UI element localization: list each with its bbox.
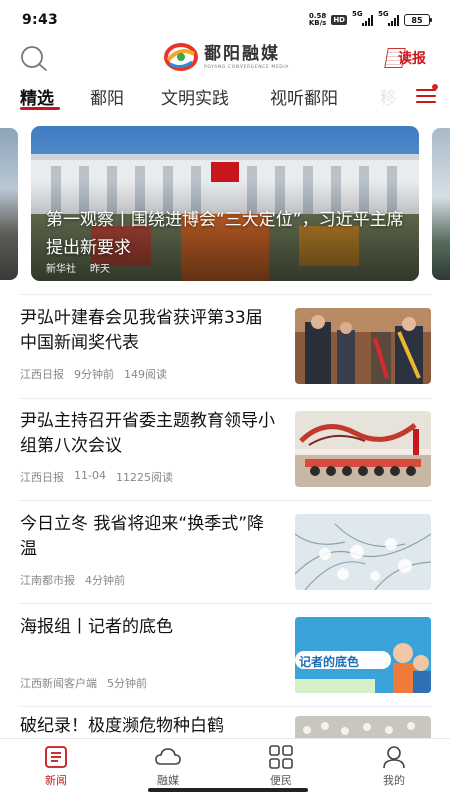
news-title: 破纪录！极度濒危物种白鹤 — [20, 716, 224, 736]
news-item[interactable]: 破纪录！极度濒危物种白鹤 — [0, 706, 450, 738]
signal-icon: 5G — [378, 10, 399, 26]
status-time: 9:43 — [22, 12, 59, 28]
signal-label: 5G — [352, 10, 363, 18]
news-time: 4分钟前 — [85, 574, 125, 587]
news-thumbnail — [295, 514, 431, 590]
tab-poyang[interactable]: 鄱阳 — [90, 84, 124, 109]
status-indicators: 0.58 KB/s HD 5G 5G 85 — [309, 10, 432, 27]
logo-title: 鄱阳融媒 — [204, 43, 280, 64]
nav-news[interactable]: 新闻 — [26, 745, 86, 788]
nav-news-label: 新闻 — [45, 774, 67, 787]
tab-featured[interactable]: 精选 — [20, 84, 54, 109]
nav-services[interactable]: 便民 — [251, 745, 311, 788]
news-reads: 149阅读 — [124, 368, 167, 381]
news-source: 江西日报 — [20, 471, 64, 484]
nav-services-label: 便民 — [270, 774, 292, 787]
news-time: 11-04 — [74, 469, 106, 482]
carousel-prev-slide[interactable] — [0, 128, 18, 280]
tab-audiovisual-poyang[interactable]: 视听鄱阳 — [270, 84, 338, 109]
signal-label: 5G — [378, 10, 389, 18]
app-logo: 鄱阳融媒 POYANG CONVERGENCE MEDIA — [164, 42, 289, 72]
news-meta: 江南都市报 4分钟前 — [20, 572, 125, 588]
news-item[interactable]: 尹弘叶建春会见我省获评第33届中国新闻奖代表 江西日报 9分钟前 149阅读 — [0, 296, 450, 398]
tab-civilization-practice[interactable]: 文明实践 — [161, 84, 229, 109]
carousel-slide[interactable]: 第一观察丨围绕进博会“三大定位”，习近平主席提出新要求 新华社 昨天 — [31, 126, 419, 281]
search-icon — [21, 46, 47, 71]
notification-dot — [432, 84, 438, 90]
news-thumbnail — [295, 308, 431, 384]
news-thumbnail — [295, 411, 431, 487]
logo-mark-icon — [164, 43, 198, 71]
news-list-icon — [45, 746, 67, 768]
news-reads: 11225阅读 — [115, 471, 173, 484]
news-item[interactable]: 今日立冬 我省将迎来“换季式”降温 江南都市报 4分钟前 — [0, 502, 450, 604]
nav-profile[interactable]: 我的 — [364, 745, 424, 788]
user-icon — [383, 746, 405, 769]
home-indicator[interactable] — [148, 788, 308, 792]
battery-level: 85 — [411, 15, 423, 25]
news-time: 9分钟前 — [74, 368, 114, 381]
divider — [18, 500, 432, 501]
grid-icon — [269, 745, 293, 769]
news-meta: 江西日报 11-04 11225阅读 — [20, 469, 173, 485]
news-thumbnail: 记者的底色 — [295, 617, 431, 693]
news-source: 江西日报 — [20, 368, 64, 381]
thumbnail-text: 记者的底色 — [299, 655, 360, 669]
channel-menu-button[interactable] — [414, 84, 438, 106]
news-title: 海报组丨记者的底色 — [20, 617, 173, 637]
app-header: 鄱阳融媒 POYANG CONVERGENCE MEDIA 读报 — [0, 40, 450, 76]
battery-icon: 85 — [404, 14, 432, 26]
channel-tabs: 精选 鄱阳 文明实践 视听鄱阳 移 — [0, 80, 450, 112]
news-item[interactable]: 海报组丨记者的底色 江西新闻客户端 5分钟前 记者的底色 — [0, 605, 450, 707]
network-speed: 0.58 KB/s — [309, 13, 326, 27]
signal-icon: 5G — [352, 10, 373, 26]
net-speed-unit: KB/s — [308, 19, 327, 27]
read-newspaper-label: 读报 — [398, 51, 426, 67]
news-meta: 江西新闻客户端 5分钟前 — [20, 675, 147, 691]
divider — [18, 603, 432, 604]
status-bar: 9:43 0.58 KB/s HD 5G 5G 85 — [0, 0, 450, 40]
slide-caption: 第一观察丨围绕进博会“三大定位”，习近平主席提出新要求 — [46, 210, 404, 258]
news-title: 今日立冬 我省将迎来“换季式”降温 — [20, 514, 265, 559]
slide-time: 昨天 — [90, 264, 110, 275]
cloud-icon — [155, 748, 181, 765]
news-thumbnail — [295, 716, 431, 738]
news-title: 尹弘叶建春会见我省获评第33届中国新闻奖代表 — [20, 308, 263, 353]
divider — [18, 294, 432, 295]
logo-subtitle: POYANG CONVERGENCE MEDIA — [204, 64, 289, 70]
news-item[interactable]: 尹弘主持召开省委主题教育领导小组第八次会议 江西日报 11-04 11225阅读 — [0, 399, 450, 501]
news-source: 江南都市报 — [20, 574, 75, 587]
news-time: 5分钟前 — [107, 677, 147, 690]
nav-profile-label: 我的 — [383, 774, 405, 787]
search-button[interactable] — [18, 44, 50, 74]
carousel-next-slide[interactable] — [432, 128, 450, 280]
active-tab-indicator — [20, 107, 60, 110]
headline-carousel[interactable]: 第一观察丨围绕进博会“三大定位”，习近平主席提出新要求 新华社 昨天 — [0, 124, 450, 284]
slide-source: 新华社 — [46, 264, 76, 275]
tab-fade — [360, 80, 410, 112]
news-source: 江西新闻客户端 — [20, 677, 97, 690]
nav-media[interactable]: 融媒 — [138, 745, 198, 788]
nav-media-label: 融媒 — [157, 774, 179, 787]
news-title: 尹弘主持召开省委主题教育领导小组第八次会议 — [20, 411, 275, 456]
hd-badge: HD — [331, 15, 347, 25]
slide-meta: 新华社 昨天 — [46, 260, 110, 275]
news-meta: 江西日报 9分钟前 149阅读 — [20, 366, 167, 382]
read-newspaper-button[interactable]: 读报 — [384, 46, 436, 70]
